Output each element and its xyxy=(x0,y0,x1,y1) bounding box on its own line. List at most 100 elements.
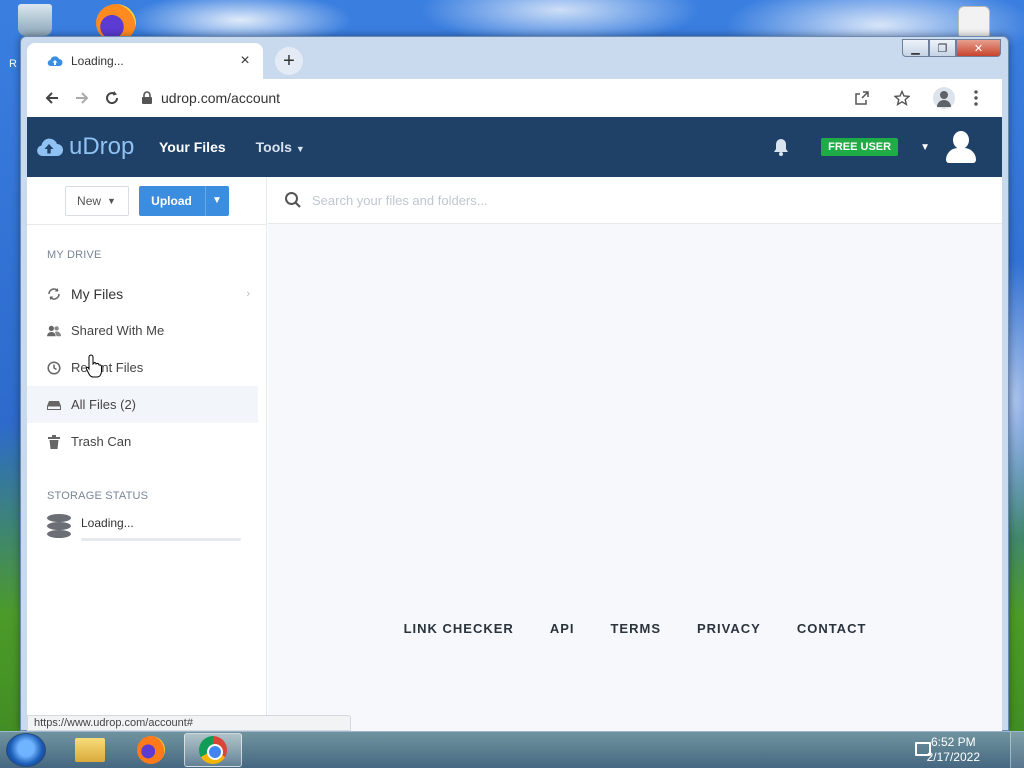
share-button[interactable] xyxy=(846,84,878,112)
arrow-left-icon xyxy=(45,92,58,104)
footer-link-api[interactable]: API xyxy=(550,621,575,636)
desktop-icon-label: R xyxy=(9,58,17,70)
sidebar-item-label: My Files xyxy=(71,285,124,302)
upload-button-label: Upload xyxy=(151,193,192,208)
link-status-bubble: https://www.udrop.com/account# xyxy=(27,715,351,731)
footer-link-contact[interactable]: CONTACT xyxy=(797,621,867,636)
new-button-label: New xyxy=(77,193,102,208)
tab-close-button[interactable]: × xyxy=(237,52,253,70)
file-desktop-icon[interactable] xyxy=(958,6,990,40)
sidebar-item-label: Recent Files xyxy=(71,360,144,375)
user-avatar-icon[interactable] xyxy=(944,130,978,164)
clock-date: 2/17/2022 xyxy=(926,750,980,764)
sidebar-item-my-files[interactable]: My Files › xyxy=(27,275,258,312)
storage-text: Loading... xyxy=(81,516,134,530)
site-logo[interactable]: uDrop xyxy=(35,133,153,161)
start-button[interactable] xyxy=(6,733,46,767)
sidebar-item-label: Trash Can xyxy=(71,434,132,449)
search-bar xyxy=(268,177,1002,224)
taskbar-chrome[interactable] xyxy=(184,733,242,767)
sidebar-item-label: All Files (2) xyxy=(71,397,137,412)
sidebar-item-label: Shared With Me xyxy=(71,323,165,338)
profile-button[interactable] xyxy=(928,84,960,112)
cloud-upload-icon xyxy=(47,56,63,67)
arrow-right-icon xyxy=(76,92,89,104)
footer-links: LINK CHECKER API TERMS PRIVACY CONTACT xyxy=(268,621,1002,636)
hand-cursor-icon xyxy=(86,354,102,378)
star-icon xyxy=(894,90,910,106)
nav-your-files[interactable]: Your Files xyxy=(159,139,226,155)
chrome-menu-button[interactable] xyxy=(960,84,992,112)
minimize-button[interactable]: ▁ xyxy=(902,39,929,57)
sidebar-item-trash-can[interactable]: Trash Can xyxy=(27,423,258,460)
chrome-window: ▁ ❐ ✕ Loading... × + udrop.com/account u… xyxy=(20,36,1009,731)
forward-button[interactable] xyxy=(67,83,97,113)
profile-avatar-icon xyxy=(933,87,955,109)
maximize-button[interactable]: ❐ xyxy=(929,39,956,57)
search-icon xyxy=(285,192,301,208)
clock-icon xyxy=(47,360,61,375)
cloud-upload-icon xyxy=(37,138,63,156)
brand-name: uDrop xyxy=(69,133,135,160)
lock-icon xyxy=(142,91,152,104)
bell-icon[interactable] xyxy=(771,137,791,157)
users-icon xyxy=(47,325,61,336)
web-page: uDrop Your Files Tools ▼ FREE USER ▼ New… xyxy=(27,117,1002,731)
upload-button[interactable]: Upload ▼ xyxy=(138,185,229,216)
chrome-icon xyxy=(199,736,227,764)
new-button[interactable]: New ▼ xyxy=(64,185,129,216)
window-controls: ▁ ❐ ✕ xyxy=(902,39,1001,57)
back-button[interactable] xyxy=(37,83,67,113)
site-header: uDrop Your Files Tools ▼ FREE USER ▼ xyxy=(27,117,1002,177)
taskbar-explorer[interactable] xyxy=(61,733,119,767)
sidebar: New ▼ Upload ▼ MY DRIVE My Files › Share… xyxy=(27,177,267,731)
browser-tab[interactable]: Loading... × xyxy=(27,43,263,79)
clock-time: 6:52 PM xyxy=(930,735,976,749)
drive-nav-list: My Files › Shared With Me Recent Files A… xyxy=(27,275,266,460)
url-text: udrop.com/account xyxy=(161,90,281,106)
taskbar-firefox[interactable] xyxy=(122,733,180,767)
folder-icon xyxy=(75,738,105,762)
drive-icon xyxy=(47,400,61,410)
sidebar-item-recent-files[interactable]: Recent Files xyxy=(27,349,258,386)
refresh-icon xyxy=(48,287,60,300)
firefox-icon xyxy=(137,736,165,764)
browser-toolbar: udrop.com/account xyxy=(27,79,1002,117)
search-input[interactable] xyxy=(312,192,712,208)
tab-strip: Loading... × + xyxy=(27,43,303,79)
chevron-right-icon: › xyxy=(246,287,250,300)
close-window-button[interactable]: ✕ xyxy=(956,39,1001,57)
trash-icon xyxy=(48,434,60,449)
sidebar-item-all-files[interactable]: All Files (2) xyxy=(27,386,258,423)
share-icon xyxy=(855,91,869,105)
sidebar-actions: New ▼ Upload ▼ xyxy=(27,177,266,225)
sidebar-item-shared-with-me[interactable]: Shared With Me xyxy=(27,312,258,349)
footer-link-privacy[interactable]: PRIVACY xyxy=(697,621,761,636)
show-desktop-button[interactable] xyxy=(1010,732,1024,768)
my-drive-heading: MY DRIVE xyxy=(47,249,102,261)
database-icon xyxy=(47,514,71,542)
recycle-bin-icon[interactable] xyxy=(18,4,52,36)
address-bar[interactable]: udrop.com/account xyxy=(131,83,928,113)
tab-title: Loading... xyxy=(71,54,124,68)
storage-progress-bar xyxy=(81,538,241,541)
caret-down-icon: ▼ xyxy=(295,144,305,154)
nav-tools[interactable]: Tools ▼ xyxy=(256,139,305,155)
caret-down-icon: ▼ xyxy=(107,195,116,206)
account-menu-caret-icon[interactable]: ▼ xyxy=(920,142,930,153)
main-content: LINK CHECKER API TERMS PRIVACY CONTACT xyxy=(268,177,1002,731)
reload-icon xyxy=(106,91,119,105)
footer-link-terms[interactable]: TERMS xyxy=(610,621,661,636)
storage-status-heading: STORAGE STATUS xyxy=(47,490,149,502)
footer-link-link-checker[interactable]: LINK CHECKER xyxy=(404,621,514,636)
bookmark-button[interactable] xyxy=(886,84,918,112)
storage-status: Loading... xyxy=(47,514,266,542)
kebab-menu-icon xyxy=(974,90,978,106)
storage-info: Loading... xyxy=(81,514,241,542)
taskbar: 6:52 PM 2/17/2022 xyxy=(0,731,1024,768)
upload-dropdown-caret-icon[interactable]: ▼ xyxy=(204,185,229,216)
new-tab-button[interactable]: + xyxy=(275,47,303,75)
reload-button[interactable] xyxy=(97,83,127,113)
nav-tools-label: Tools xyxy=(255,139,292,155)
system-clock[interactable]: 6:52 PM 2/17/2022 xyxy=(927,735,980,765)
